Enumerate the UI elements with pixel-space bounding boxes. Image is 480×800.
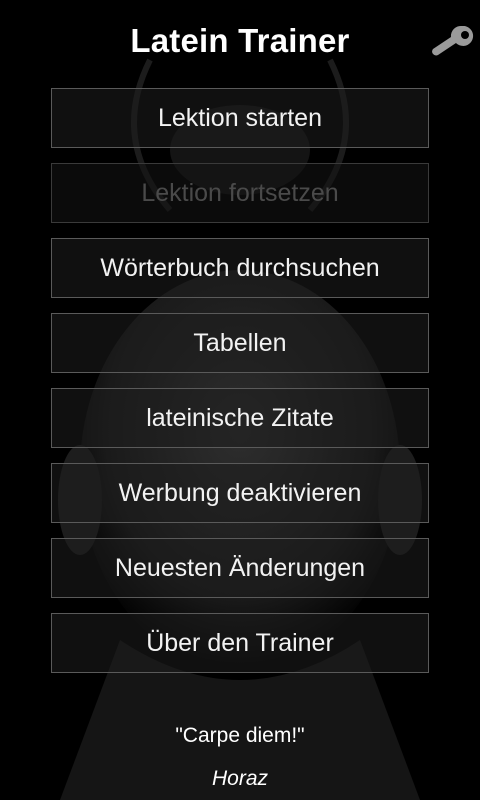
- app-title: Latein Trainer: [130, 22, 350, 59]
- start-lesson-button[interactable]: Lektion starten: [51, 88, 429, 148]
- main-screen: Latein Trainer Lektion starten Lektion f…: [0, 0, 480, 800]
- disable-ads-button[interactable]: Werbung deaktivieren: [51, 463, 429, 523]
- disable-ads-label: Werbung deaktivieren: [118, 478, 362, 507]
- settings-button[interactable]: [432, 24, 476, 60]
- about-trainer-button[interactable]: Über den Trainer: [51, 613, 429, 673]
- tables-button[interactable]: Tabellen: [51, 313, 429, 373]
- latest-changes-button[interactable]: Neuesten Änderungen: [51, 538, 429, 598]
- tables-label: Tabellen: [193, 328, 287, 357]
- continue-lesson-label: Lektion fortsetzen: [141, 178, 339, 207]
- wrench-icon: [432, 25, 474, 56]
- start-lesson-label: Lektion starten: [158, 103, 322, 132]
- latin-quotes-label: lateinische Zitate: [146, 403, 334, 432]
- about-trainer-label: Über den Trainer: [146, 628, 334, 657]
- quote-author: Horaz: [211, 767, 269, 790]
- latest-changes-label: Neuesten Änderungen: [114, 553, 366, 582]
- search-dictionary-button[interactable]: Wörterbuch durchsuchen: [51, 238, 429, 298]
- quote-text: "Carpe diem!": [175, 724, 305, 747]
- main-menu: Lektion starten Lektion fortsetzen Wörte…: [51, 88, 429, 688]
- search-dictionary-label: Wörterbuch durchsuchen: [100, 253, 380, 282]
- continue-lesson-button[interactable]: Lektion fortsetzen: [51, 163, 429, 223]
- latin-quotes-button[interactable]: lateinische Zitate: [51, 388, 429, 448]
